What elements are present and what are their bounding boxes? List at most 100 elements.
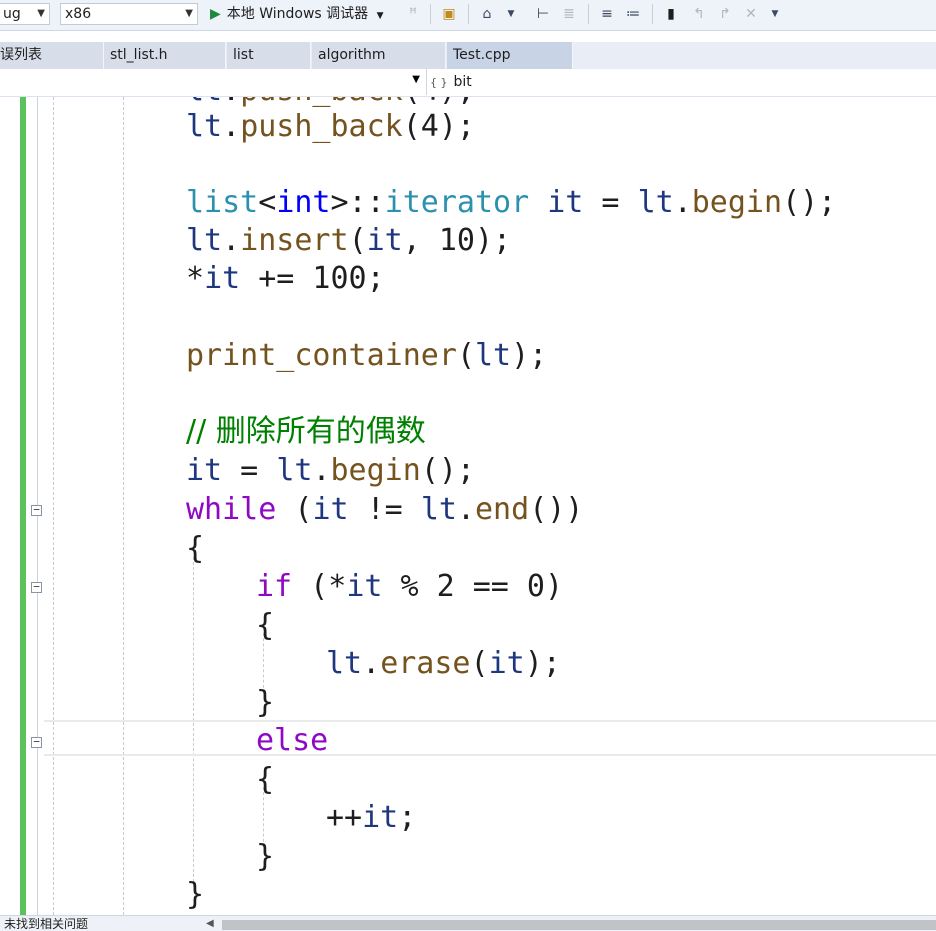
collapse-icon[interactable]: −	[31, 736, 42, 748]
code-token: push_back	[240, 97, 403, 108]
code-token: push_back	[240, 109, 403, 144]
step-icon[interactable]: ⊢	[534, 5, 552, 23]
code-token: iterator	[384, 185, 530, 220]
tab-test-cpp[interactable]: Test.cpp	[447, 42, 573, 69]
code-line[interactable]: it = lt.begin();	[186, 452, 475, 490]
code-token: lt	[475, 338, 512, 373]
code-token: {	[186, 531, 205, 566]
tab-label: Test.cpp	[453, 47, 511, 63]
code-token: , 10);	[402, 223, 512, 258]
chevron-down-icon[interactable]: ▼	[502, 5, 520, 23]
tab-stl-list-h[interactable]: stl_list.h	[104, 42, 226, 69]
code-line[interactable]: // 删除所有的偶数	[186, 413, 426, 451]
tab-label: 误列表	[0, 47, 42, 63]
code-token: int	[276, 185, 331, 220]
code-token: lt	[186, 223, 223, 258]
code-line[interactable]: ++it;	[326, 799, 416, 837]
code-token: ;	[398, 800, 417, 835]
code-line[interactable]: {	[256, 761, 274, 799]
bookmark-icon[interactable]: ▮	[662, 5, 680, 23]
code-token: }	[256, 685, 275, 720]
tab-list[interactable]: list	[227, 42, 311, 69]
code-token: lt	[186, 109, 223, 144]
code-token: (	[470, 646, 489, 681]
code-token: .	[456, 492, 475, 527]
code-line[interactable]: }	[256, 838, 274, 876]
chevron-down-icon: ▼	[376, 11, 384, 21]
code-token: begin	[691, 185, 783, 220]
toolbar-separator	[588, 4, 589, 24]
scroll-left-icon[interactable]: ◀	[206, 918, 214, 929]
code-token: }	[256, 839, 275, 874]
tab-label: list	[233, 47, 254, 63]
code-token: *	[186, 261, 205, 296]
code-token: {	[256, 762, 275, 797]
home-icon[interactable]: ⌂	[478, 5, 496, 23]
solution-platform-combo[interactable]: x86 ▼	[60, 3, 198, 25]
code-token: erase	[380, 646, 471, 681]
tab-label: stl_list.h	[110, 47, 168, 63]
code-token: (	[276, 492, 313, 527]
scope-dropdown[interactable]: ▼	[0, 69, 427, 95]
find-in-files-icon[interactable]: ▣	[440, 5, 458, 23]
code-line[interactable]: print_container(lt);	[186, 337, 547, 375]
code-token: );	[511, 338, 548, 373]
code-line[interactable]: lt.push_back(4);	[186, 108, 475, 146]
code-line[interactable]: list<int>::iterator it = lt.begin();	[186, 184, 836, 222]
member-dropdown-value: bit	[453, 74, 472, 90]
solution-configuration-combo[interactable]: ug ▼	[0, 3, 50, 25]
uncomment-icon[interactable]: ≔	[624, 5, 642, 23]
horizontal-scrollbar-thumb[interactable]	[222, 920, 936, 930]
namespace-icon: { }	[430, 76, 448, 89]
code-line[interactable]: lt.erase(it);	[326, 645, 561, 683]
code-line[interactable]: {	[186, 530, 204, 568]
unindent-icon[interactable]: ≣	[560, 5, 578, 23]
code-token: if	[256, 569, 293, 604]
code-token: >::	[330, 185, 385, 220]
code-line[interactable]: *it += 100;	[186, 260, 385, 298]
code-token: lt	[420, 492, 457, 527]
code-line[interactable]: else	[256, 722, 328, 760]
start-debugging-button[interactable]: ▶ 本地 Windows 调试器 ▼	[210, 3, 384, 25]
code-token: while	[186, 492, 277, 527]
code-token: .	[222, 97, 240, 108]
play-icon: ▶	[210, 6, 221, 22]
clear-bookmark-icon[interactable]: ✕	[742, 5, 760, 23]
code-line[interactable]: }	[186, 876, 204, 914]
code-line[interactable]: if (*it % 2 == 0)	[256, 568, 563, 606]
code-line[interactable]: }	[256, 684, 274, 722]
code-line[interactable]: lt.insert(it, 10);	[186, 222, 511, 260]
code-token: begin	[330, 453, 421, 488]
code-token: else	[256, 723, 329, 758]
code-token: lt	[276, 453, 313, 488]
code-token: += 100;	[240, 261, 385, 296]
tab-error-list[interactable]: 误列表	[0, 42, 104, 69]
code-token: .	[362, 646, 381, 681]
collapse-icon[interactable]: −	[31, 504, 42, 516]
code-line[interactable]: {	[256, 607, 274, 645]
navigation-bar: ▼ { } bit	[0, 69, 936, 97]
code-token: .	[222, 109, 241, 144]
code-token: (4);	[403, 97, 475, 108]
start-debugging-label: 本地 Windows 调试器	[226, 6, 369, 22]
code-token: .	[222, 223, 241, 258]
code-token: list	[186, 185, 259, 220]
tab-algorithm[interactable]: algorithm	[312, 42, 446, 69]
code-line[interactable]: while (it != lt.end())	[186, 491, 583, 529]
comment-icon[interactable]: ≡	[598, 5, 616, 23]
code-token: <	[258, 185, 277, 220]
prev-bookmark-icon[interactable]: ↰	[690, 5, 708, 23]
code-token: it	[366, 223, 403, 258]
overflow-icon[interactable]: ▼	[766, 5, 784, 23]
status-bar: 未找到相关问题 ◀	[0, 915, 936, 931]
next-bookmark-icon[interactable]: ↱	[716, 5, 734, 23]
code-token: end	[475, 492, 530, 527]
collapse-icon[interactable]: −	[31, 581, 42, 593]
code-token: it	[362, 800, 399, 835]
hot-reload-icon[interactable]: ꟸ	[404, 5, 422, 23]
code-editor[interactable]: − − − lt.push_back(4);lt.push_back(4);li…	[0, 97, 936, 915]
code-token: ())	[529, 492, 584, 527]
member-dropdown[interactable]: { } bit	[430, 69, 472, 95]
code-token: // 删除所有的偶数	[186, 414, 426, 449]
